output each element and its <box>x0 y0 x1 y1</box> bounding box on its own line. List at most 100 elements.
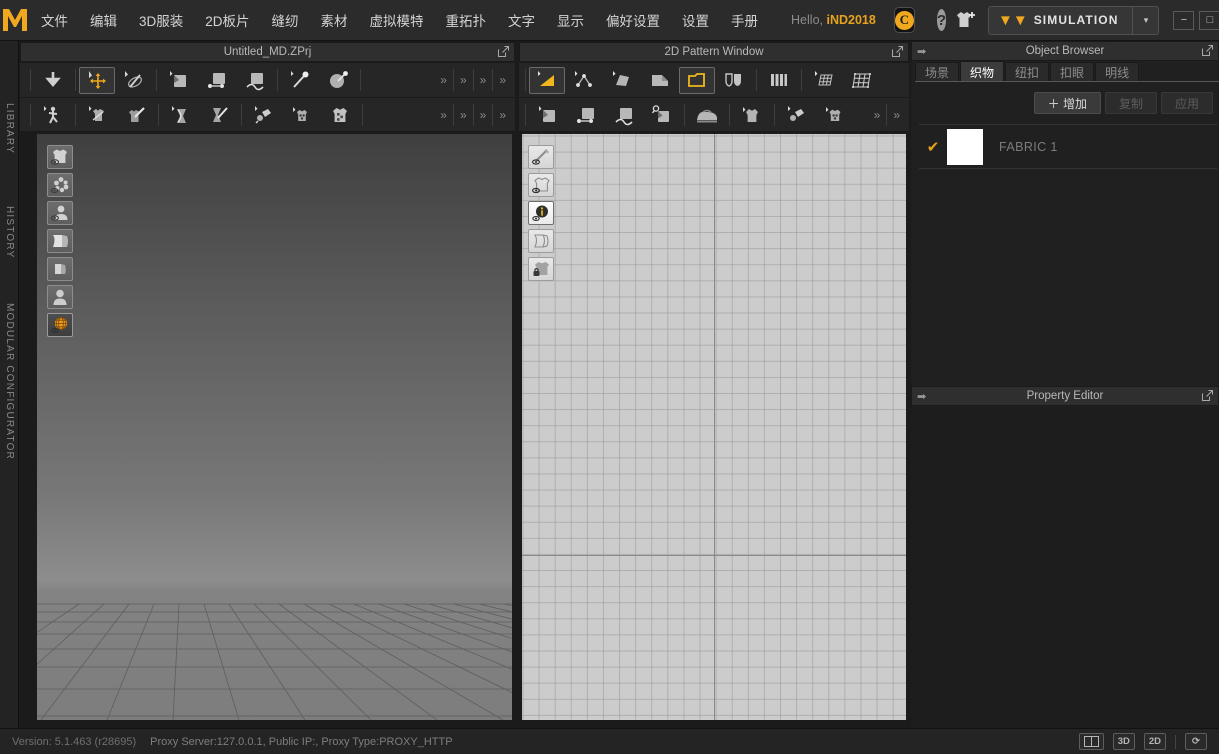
tool-2d-glue-icon[interactable] <box>778 100 816 129</box>
tool-pin-icon[interactable] <box>281 66 319 95</box>
duplicate-button[interactable]: 复制 <box>1104 92 1157 114</box>
tab-topstitch[interactable]: 明线 <box>1095 62 1140 82</box>
menu-display[interactable]: 显示 <box>546 0 595 41</box>
tool-shield-pattern-icon[interactable] <box>715 66 753 95</box>
show-avatar-icon[interactable] <box>47 201 73 225</box>
tool-glue-icon[interactable] <box>245 100 283 129</box>
menu-3d-garment[interactable]: 3D服装 <box>128 0 194 41</box>
add-garment-icon[interactable] <box>954 9 978 31</box>
viewport-2d[interactable] <box>521 133 907 721</box>
toolbar3d-row1-overflow-4[interactable]: » <box>494 73 511 87</box>
menu-edit[interactable]: 编辑 <box>79 0 128 41</box>
tool-import-icon[interactable] <box>34 66 72 95</box>
menu-material[interactable]: 素材 <box>310 0 359 41</box>
viewport-3d-popout-icon[interactable] <box>498 46 509 57</box>
simulation-button[interactable]: ▼▼ SIMULATION ▾ <box>987 5 1160 35</box>
tab-scene[interactable]: 场景 <box>915 62 960 82</box>
closet-button[interactable]: C <box>893 7 915 33</box>
fabric-swatch[interactable] <box>947 128 983 165</box>
tool-2d-curve-edit-icon[interactable] <box>605 100 643 129</box>
toolbar2d-row2-overflow-1[interactable]: » <box>869 108 886 122</box>
tool-grid-pattern-icon[interactable] <box>805 66 843 95</box>
split-view-button[interactable] <box>1078 733 1104 750</box>
tab-buttonhole[interactable]: 扣眼 <box>1050 62 1095 82</box>
add-button[interactable]: ＋ 增加 <box>1033 92 1101 114</box>
tool-fold-arrange-icon[interactable] <box>162 100 200 129</box>
avatar-head-icon[interactable] <box>47 285 73 309</box>
list-item[interactable]: ✔ FABRIC 1 <box>919 124 1217 169</box>
fabric-check-icon[interactable]: ✔ <box>919 138 947 156</box>
tool-polygon-tool-icon[interactable] <box>641 66 679 95</box>
help-icon[interactable]: ? <box>936 9 946 31</box>
tool-rotate-icon[interactable] <box>115 66 153 95</box>
show-fabric-sheet-icon[interactable] <box>47 229 73 253</box>
viewport-3d[interactable] <box>36 133 513 721</box>
toolbar3d-row2-overflow-1[interactable]: » <box>435 108 452 122</box>
tool-brush-icon[interactable] <box>117 100 155 129</box>
menu-settings[interactable]: 设置 <box>671 0 720 41</box>
tool-polygon-select-icon[interactable] <box>529 66 565 94</box>
tool-zipper-icon[interactable] <box>200 100 238 129</box>
menu-preferences[interactable]: 偏好设置 <box>595 0 671 41</box>
rail-modular-configurator[interactable]: MODULAR CONFIGURATOR <box>0 291 19 471</box>
show-stitch-icon[interactable] <box>528 145 554 169</box>
tool-2d-point-edit-icon[interactable] <box>567 100 605 129</box>
tool-fabric-icon[interactable] <box>321 100 359 129</box>
toolbar3d-row1-overflow-3[interactable]: » <box>475 73 492 87</box>
show-fold-icon[interactable] <box>47 257 73 281</box>
tab-fabric[interactable]: 织物 <box>960 61 1005 82</box>
refresh-button[interactable]: ⟳ <box>1185 733 1207 750</box>
tool-move-gizmo-icon[interactable] <box>79 66 115 94</box>
window-minimize-button[interactable]: − <box>1173 10 1195 30</box>
tool-garment-icon[interactable] <box>733 100 771 129</box>
object-browser-collapse-icon[interactable]: ➡ <box>917 45 926 58</box>
tool-2d-pattern-icon[interactable] <box>529 100 567 129</box>
object-browser-popout-icon[interactable] <box>1202 45 1213 56</box>
toolbar3d-row1-overflow-1[interactable]: » <box>435 73 452 87</box>
tool-edit-point-icon[interactable] <box>565 66 603 95</box>
show-uv-globe-icon[interactable] <box>47 313 73 337</box>
rail-library[interactable]: LIBRARY <box>0 86 19 172</box>
property-editor-collapse-icon[interactable]: ➡ <box>917 390 926 403</box>
view-3d-button[interactable]: 3D <box>1112 733 1135 750</box>
window-maximize-button[interactable]: □ <box>1199 10 1219 30</box>
menu-retopo[interactable]: 重拓扑 <box>435 0 498 41</box>
show-info-icon[interactable] <box>528 201 554 225</box>
tool-button-icon[interactable] <box>283 100 321 129</box>
rail-history[interactable]: HISTORY <box>0 189 19 275</box>
viewport-2d-popout-icon[interactable] <box>892 46 903 57</box>
show-particles-icon[interactable] <box>47 173 73 197</box>
tab-button[interactable]: 纽扣 <box>1005 62 1050 82</box>
menu-avatar[interactable]: 虚拟模特 <box>359 0 435 41</box>
tool-mesh-icon[interactable] <box>843 66 881 95</box>
toolbar2d-row2-overflow-2[interactable]: » <box>888 108 905 122</box>
property-editor-popout-icon[interactable] <box>1202 390 1213 401</box>
toolbar3d-row2-overflow-3[interactable]: » <box>475 108 492 122</box>
show-garment-outline-icon[interactable] <box>528 173 554 197</box>
toolbar3d-row2-overflow-2[interactable]: » <box>455 108 472 122</box>
tool-edit-curve-icon[interactable] <box>603 66 641 95</box>
tool-pattern-icon[interactable] <box>160 66 198 95</box>
tool-point-edit-icon[interactable] <box>198 66 236 95</box>
tool-curve-edit-icon[interactable] <box>236 66 274 95</box>
menu-sewing[interactable]: 缝纫 <box>261 0 310 41</box>
show-garment-icon[interactable] <box>47 145 73 169</box>
lock-garment-icon[interactable] <box>528 257 554 281</box>
show-pattern-icon[interactable] <box>528 229 554 253</box>
tool-zoom-pattern-icon[interactable] <box>643 100 681 129</box>
tool-pleat-icon[interactable] <box>760 66 798 95</box>
menu-2d-pattern[interactable]: 2D板片 <box>194 0 260 41</box>
menu-file[interactable]: 文件 <box>30 0 79 41</box>
simulation-dropdown-icon[interactable]: ▾ <box>1132 6 1158 34</box>
tool-walk-avatar-icon[interactable] <box>34 100 72 129</box>
tool-iron-icon[interactable] <box>688 100 726 129</box>
tool-2d-button-icon[interactable] <box>816 100 854 129</box>
tool-sphere-pin-icon[interactable] <box>319 66 357 95</box>
tool-rectangle-icon[interactable] <box>679 66 715 94</box>
menu-manual[interactable]: 手册 <box>720 0 769 41</box>
tool-garment-fold-icon[interactable] <box>79 100 117 129</box>
menu-text[interactable]: 文字 <box>497 0 546 41</box>
toolbar3d-row1-overflow-2[interactable]: » <box>455 73 472 87</box>
apply-button[interactable]: 应用 <box>1160 92 1213 114</box>
view-2d-button[interactable]: 2D <box>1143 733 1166 750</box>
